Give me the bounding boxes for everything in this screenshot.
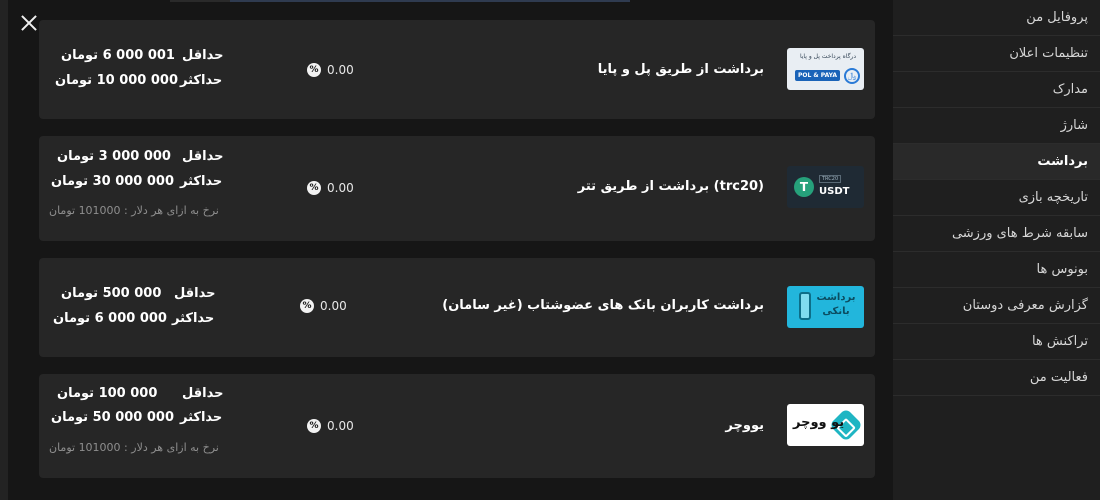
min-value: 001 000 6 تومان [61,48,175,63]
percent-icon: % [300,299,314,313]
top-divider [0,0,893,2]
max-value: 000 000 6 تومان [53,311,167,326]
paya-logo: درگاه پرداخت پل و پایا POL & PAYA ﷼ [787,48,864,90]
min-label: حداقل [182,149,224,164]
method-title: یووچر [725,418,764,433]
min-label: حداقل [182,48,224,63]
method-title: برداشت کاربران بانک های عضوشتاب (غیر سام… [442,298,764,313]
max-label: حداکثر [180,73,223,88]
panel-edge [0,0,8,500]
account-sidebar: پروفایل من تنظیمات اعلان مدارک شارژ بردا… [893,0,1100,500]
percent-icon: % [307,419,321,433]
max-value: 000 000 10 تومان [55,73,179,88]
max-label: حداکثر [180,174,223,189]
withdraw-method-card-usdt[interactable]: T TRC20 USDT (trc20) برداشت از طریق تتر … [39,136,875,241]
voucher-logo: یو ووچر [787,404,864,446]
sidebar-item-referrals[interactable]: گزارش معرفی دوستان [893,288,1100,324]
sidebar-item-deposit[interactable]: شارژ [893,108,1100,144]
sidebar-item-bonuses[interactable]: بونوس ها [893,252,1100,288]
percent-icon: % [307,63,321,77]
withdraw-method-card-bank[interactable]: برداشت بانکی برداشت کاربران بانک های عضو… [39,258,875,357]
percent-icon: % [307,181,321,195]
min-label: حداقل [174,286,216,301]
max-label: حداکثر [180,410,223,425]
fee-value: 0.00 [327,419,354,433]
max-value: 000 000 50 تومان [51,410,175,425]
sidebar-item-documents[interactable]: مدارک [893,72,1100,108]
min-value: 000 000 3 تومان [57,149,171,164]
withdraw-method-card-voucher[interactable]: یو ووچر یووچر % 0.00 حداقل 000 100 تومان… [39,374,875,478]
min-value: 000 100 تومان [57,386,158,401]
fee-value: 0.00 [327,181,354,195]
method-title: (trc20) برداشت از طریق تتر [577,179,764,194]
sidebar-item-sports-bets[interactable]: سابقه شرط های ورزشی [893,216,1100,252]
max-value: 000 000 30 تومان [51,174,175,189]
exchange-rate: نرخ به ازای هر دلار : 101000 تومان [49,441,219,454]
sidebar-item-activity[interactable]: فعالیت من [893,360,1100,396]
fee-value: 0.00 [327,63,354,77]
min-value: 000 500 تومان [61,286,162,301]
max-label: حداکثر [172,311,215,326]
fee: % 0.00 [307,63,354,77]
withdraw-method-card-paya[interactable]: درگاه پرداخت پل و پایا POL & PAYA ﷼ بردا… [39,20,875,119]
method-title: برداشت از طریق پل و پایا [597,62,764,77]
sidebar-item-profile[interactable]: پروفایل من [893,0,1100,36]
sidebar-item-notifications[interactable]: تنظیمات اعلان [893,36,1100,72]
exchange-rate: نرخ به ازای هر دلار : 101000 تومان [49,204,219,217]
fee: % 0.00 [307,419,354,433]
min-label: حداقل [182,386,224,401]
fee: % 0.00 [307,181,354,195]
fee: % 0.00 [300,299,347,313]
sidebar-item-transactions[interactable]: تراکنش ها [893,324,1100,360]
sidebar-item-game-history[interactable]: تاریخچه بازی [893,180,1100,216]
usdt-logo: T TRC20 USDT [787,166,864,208]
fee-value: 0.00 [320,299,347,313]
bank-logo: برداشت بانکی [787,286,864,328]
sidebar-item-withdraw[interactable]: برداشت [893,144,1100,180]
